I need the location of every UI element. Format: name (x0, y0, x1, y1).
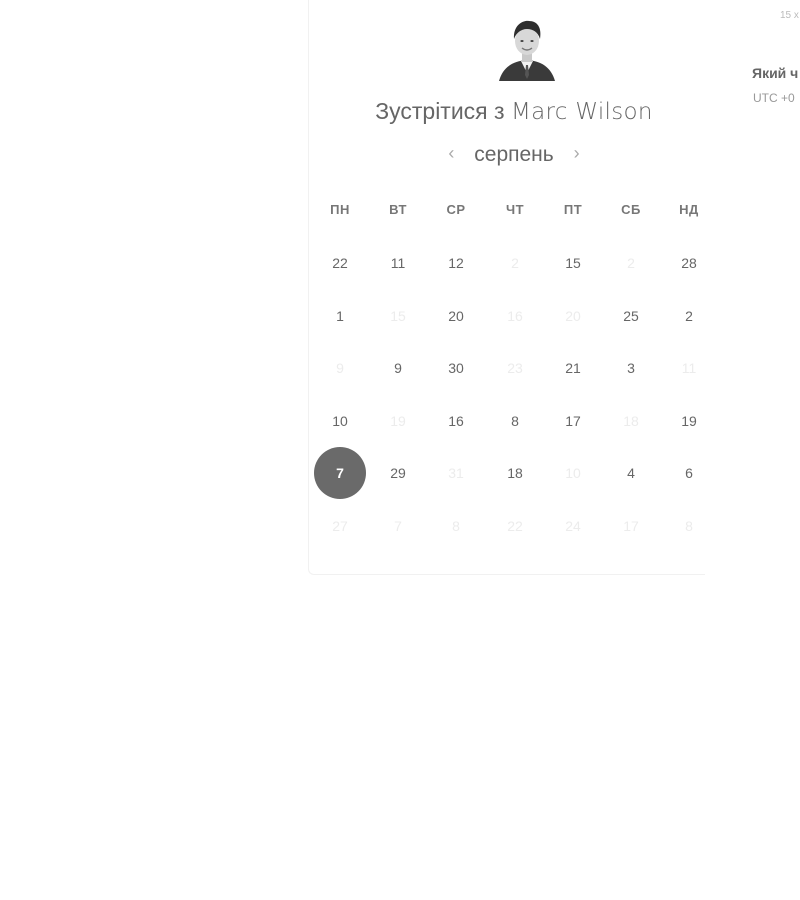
calendar-day: 8 (685, 518, 693, 534)
calendar-day: 16 (507, 308, 523, 324)
calendar-day: 7 (394, 518, 402, 534)
timezone-question: Який ч (752, 65, 799, 81)
calendar-day[interactable]: 10 (314, 395, 366, 447)
booking-page: Зустрітися з Marc Wilson ‹ серпень › ПН … (0, 0, 800, 900)
calendar-day: 8 (452, 518, 460, 534)
calendar-day: 10 (565, 465, 581, 481)
calendar-day-selected[interactable]: 7 (314, 447, 366, 499)
calendar-day[interactable]: 11 (372, 237, 424, 289)
calendar-day: 31 (448, 465, 464, 481)
calendar-day[interactable]: 1 (314, 290, 366, 342)
calendar-day[interactable]: 29 (372, 447, 424, 499)
calendar-day[interactable]: 12 (430, 237, 482, 289)
calendar-day[interactable]: 2 (663, 290, 715, 342)
calendar-day[interactable]: 15 (547, 237, 599, 289)
calendar-day[interactable]: 21 (547, 342, 599, 394)
calendar-day: 17 (623, 518, 639, 534)
calendar-day[interactable]: 8 (489, 395, 541, 447)
calendar-day: 18 (623, 413, 639, 429)
calendar-day[interactable]: 16 (430, 395, 482, 447)
calendar-day: 23 (507, 360, 523, 376)
calendar-grid: 22 11 12 2 15 2 28 1 15 20 16 20 25 2 9 9 30 23 21 3 11 10 19 1… (309, 0, 719, 560)
calendar-day: 15 (390, 308, 406, 324)
calendar-day[interactable]: 19 (663, 395, 715, 447)
calendar-day[interactable]: 9 (372, 342, 424, 394)
calendar-day: 11 (681, 360, 697, 376)
calendar-day: 24 (565, 518, 581, 534)
calendar-day[interactable]: 20 (430, 290, 482, 342)
calendar-day: 2 (627, 255, 635, 271)
side-panel: 15 x Який ч UTC +0 (752, 0, 800, 120)
calendar-day: 22 (507, 518, 523, 534)
duration-label: 15 x (780, 10, 799, 21)
calendar-day[interactable]: 25 (605, 290, 657, 342)
booking-card: Зустрітися з Marc Wilson ‹ серпень › ПН … (308, 0, 705, 575)
calendar-day: 2 (511, 255, 519, 271)
calendar-day[interactable]: 6 (663, 447, 715, 499)
calendar-day[interactable]: 22 (314, 237, 366, 289)
calendar-day[interactable]: 30 (430, 342, 482, 394)
calendar-day[interactable]: 17 (547, 395, 599, 447)
calendar-day[interactable]: 3 (605, 342, 657, 394)
calendar-day: 27 (332, 518, 348, 534)
timezone-value[interactable]: UTC +0 (753, 91, 795, 105)
calendar-day[interactable]: 18 (489, 447, 541, 499)
calendar-day: 9 (336, 360, 344, 376)
calendar-day: 20 (565, 308, 581, 324)
calendar-day[interactable]: 28 (663, 237, 715, 289)
calendar-day[interactable]: 4 (605, 447, 657, 499)
calendar-day: 19 (390, 413, 406, 429)
